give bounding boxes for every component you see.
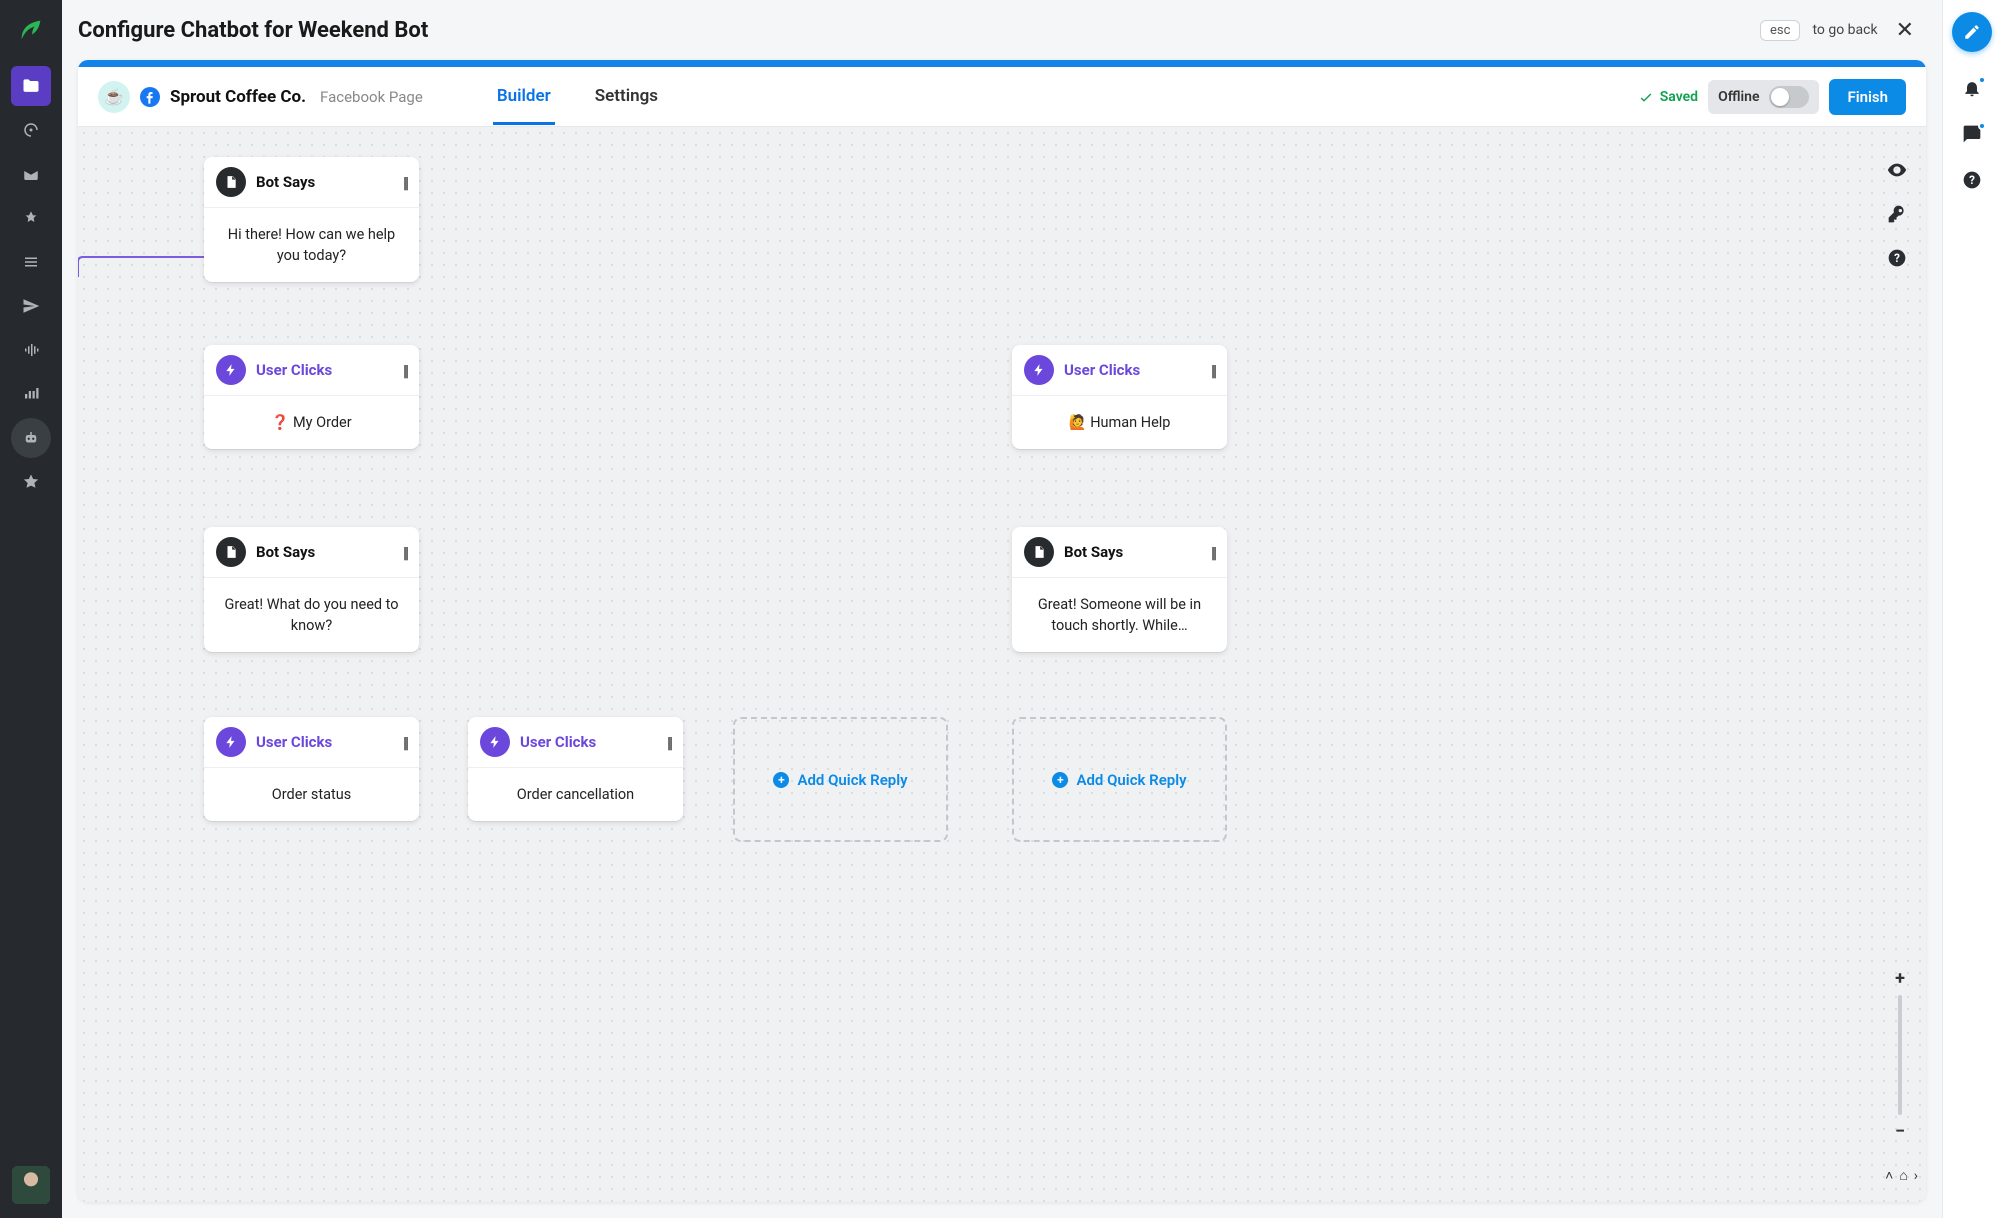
nav-star-icon[interactable] (11, 462, 51, 502)
user-avatar[interactable] (12, 1166, 50, 1204)
nav-bot-icon[interactable] (11, 418, 51, 458)
account-subtype: Facebook Page (320, 88, 423, 106)
chatbot-config-card: ☕ Sprout Coffee Co. Facebook Page Builde… (78, 60, 1926, 1202)
node-body: Great! What do you need to know? (204, 578, 419, 652)
card-header: ☕ Sprout Coffee Co. Facebook Page Builde… (78, 67, 1926, 127)
company-name: Sprout Coffee Co. (170, 87, 306, 107)
goback-label: to go back (1812, 22, 1877, 38)
node-body: Great! Someone will be in touch shortly.… (1012, 578, 1227, 652)
drag-handle-icon[interactable]: || (1211, 543, 1215, 562)
svg-text:?: ? (1894, 251, 1900, 265)
plus-icon: + (1052, 772, 1068, 788)
bolt-icon (216, 355, 246, 385)
node-title: Bot Says (256, 543, 315, 561)
zoom-track[interactable] (1898, 995, 1902, 1115)
node-title: User Clicks (1064, 361, 1140, 379)
esc-key-hint: esc (1760, 20, 1800, 41)
node-user-orderstatus[interactable]: User Clicks || Order status (204, 717, 419, 821)
close-button[interactable]: ✕ (1890, 14, 1920, 47)
bolt-icon (480, 727, 510, 757)
node-title: User Clicks (256, 361, 332, 379)
tab-builder[interactable]: Builder (493, 68, 555, 125)
drag-handle-icon[interactable]: || (403, 733, 407, 752)
bolt-icon (1024, 355, 1054, 385)
plus-icon: + (773, 772, 789, 788)
add-quick-reply-label: Add Quick Reply (1076, 771, 1186, 789)
node-bot-humanreply[interactable]: Bot Says || Great! Someone will be in to… (1012, 527, 1227, 652)
drag-handle-icon[interactable]: || (403, 361, 407, 380)
zoom-out-icon[interactable]: − (1895, 1121, 1905, 1142)
bolt-icon (216, 727, 246, 757)
nav-home-icon[interactable]: ⌂ (1899, 1167, 1907, 1184)
offline-label: Offline (1718, 89, 1759, 105)
right-rail: ? (1942, 0, 2000, 1218)
node-title: User Clicks (520, 733, 596, 751)
card-accent-bar (78, 60, 1926, 67)
add-quick-reply-label: Add Quick Reply (797, 771, 907, 789)
nav-right-icon[interactable]: › (1914, 1168, 1918, 1184)
node-user-myorder[interactable]: User Clicks || ❓ My Order (204, 345, 419, 449)
check-icon (1638, 89, 1654, 105)
notifications-icon[interactable] (1962, 78, 1982, 98)
nav-up-icon[interactable]: ˄ (1885, 1167, 1893, 1184)
brand-logo: ☕ (98, 81, 130, 113)
svg-text:?: ? (1969, 173, 1975, 187)
nav-inbox-icon[interactable] (11, 154, 51, 194)
help-circle-icon[interactable]: ? (1962, 170, 1982, 190)
flow-canvas[interactable]: Bot Says || Hi there! How can we help yo… (78, 127, 1926, 1202)
offline-toggle[interactable]: Offline (1708, 80, 1819, 114)
canvas-viewport: Bot Says || Hi there! How can we help yo… (78, 127, 1926, 1202)
toggle-switch[interactable] (1769, 86, 1809, 108)
canvas-nav-arrows: ˄ ⌂ › (1885, 1167, 1918, 1184)
facebook-icon (140, 87, 160, 107)
node-title: Bot Says (1064, 543, 1123, 561)
drag-handle-icon[interactable]: || (403, 543, 407, 562)
node-user-ordercancel[interactable]: User Clicks || Order cancellation (468, 717, 683, 821)
node-user-humanhelp[interactable]: User Clicks || 🙋 Human Help (1012, 345, 1227, 449)
nav-dashboard-icon[interactable] (11, 110, 51, 150)
drag-handle-icon[interactable]: || (1211, 361, 1215, 380)
document-icon (216, 537, 246, 567)
finish-button[interactable]: Finish (1829, 79, 1906, 115)
node-body: Hi there! How can we help you today? (204, 208, 419, 282)
drag-handle-icon[interactable]: || (403, 173, 407, 192)
page-title: Configure Chatbot for Weekend Bot (78, 18, 428, 43)
document-icon (216, 167, 246, 197)
drag-handle-icon[interactable]: || (667, 733, 671, 752)
add-quick-reply-2[interactable]: + Add Quick Reply (1012, 717, 1227, 842)
key-icon[interactable] (1882, 199, 1912, 229)
zoom-in-icon[interactable]: + (1895, 968, 1905, 989)
nav-pin-icon[interactable] (11, 198, 51, 238)
help-icon[interactable]: ? (1882, 243, 1912, 273)
node-bot-welcome[interactable]: Bot Says || Hi there! How can we help yo… (204, 157, 419, 282)
nav-list-icon[interactable] (11, 242, 51, 282)
node-body: ❓ My Order (204, 396, 419, 449)
compose-button[interactable] (1952, 12, 1992, 52)
node-title: User Clicks (256, 733, 332, 751)
node-bot-orderinfo[interactable]: Bot Says || Great! What do you need to k… (204, 527, 419, 652)
node-title: Bot Says (256, 173, 315, 191)
nav-send-icon[interactable] (11, 286, 51, 326)
page-header: Configure Chatbot for Weekend Bot esc to… (62, 0, 1942, 60)
add-quick-reply-1[interactable]: + Add Quick Reply (733, 717, 948, 842)
document-icon (1024, 537, 1054, 567)
save-status: Saved (1638, 89, 1698, 105)
chat-bubble-icon[interactable] (1962, 124, 1982, 144)
node-body: 🙋 Human Help (1012, 396, 1227, 449)
nav-analytics-icon[interactable] (11, 374, 51, 414)
tab-settings[interactable]: Settings (591, 68, 662, 125)
main-panel: Configure Chatbot for Weekend Bot esc to… (62, 0, 1942, 1218)
nav-folder-icon[interactable] (11, 66, 51, 106)
nav-audio-icon[interactable] (11, 330, 51, 370)
node-body: Order cancellation (468, 768, 683, 821)
node-body: Order status (204, 768, 419, 821)
zoom-control[interactable]: + − (1888, 968, 1912, 1142)
tab-bar: Builder Settings (493, 67, 662, 126)
preview-eye-icon[interactable] (1882, 155, 1912, 185)
app-logo (11, 10, 51, 50)
left-nav (0, 0, 62, 1218)
saved-label: Saved (1660, 89, 1698, 105)
